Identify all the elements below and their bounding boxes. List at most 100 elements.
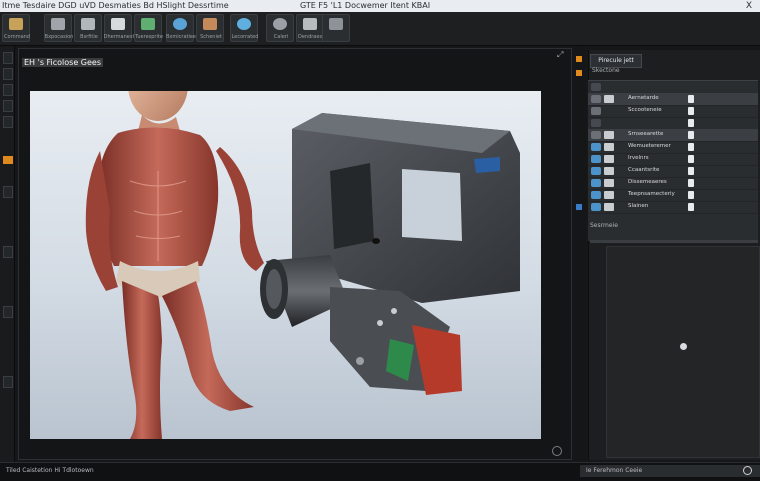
tool-move-icon[interactable] [3, 68, 13, 80]
visibility-icon[interactable] [688, 119, 694, 127]
left-tool-strip [0, 46, 15, 466]
panel-divider[interactable] [590, 240, 758, 243]
cursor-indicator-icon [680, 343, 687, 350]
outliner-label: Aernetarde [628, 95, 659, 101]
item-thumbnail [604, 131, 614, 139]
preview-panel[interactable] [606, 246, 760, 458]
visibility-icon[interactable] [688, 167, 694, 175]
outliner-label: Slainen [628, 203, 649, 209]
outliner-label: Dissemeaeres [628, 179, 667, 185]
item-icon [591, 179, 601, 187]
item-icon [591, 155, 601, 163]
globe-icon [173, 18, 187, 30]
tool-extra-icon[interactable] [3, 376, 13, 388]
outliner-row[interactable]: Slainen [588, 201, 758, 214]
item-thumbnail [604, 203, 614, 211]
item-thumbnail [604, 95, 614, 103]
panel-icon [329, 18, 343, 30]
outliner-label: Ccaantsrite [628, 167, 660, 173]
item-icon [591, 83, 601, 91]
item-icon [591, 95, 601, 103]
frame-icon [81, 18, 95, 30]
status-bar: Tiled Caistetion Hi Tdlotoewn Ie Ferehmo… [0, 462, 760, 481]
status-field-text: Ie Ferehmon Ceeie [586, 467, 643, 474]
toolbar-button-11[interactable] [322, 14, 350, 42]
visibility-icon[interactable] [688, 95, 694, 103]
tool-extra-icon[interactable] [3, 246, 13, 258]
toolbar-button-command[interactable]: Cornmand [2, 14, 30, 42]
3d-viewport[interactable] [30, 91, 541, 439]
eye-icon[interactable] [743, 466, 752, 475]
toolbar-button-6[interactable]: Bxmicratiee [165, 14, 197, 42]
outliner-footer: Sesrmeie [590, 222, 618, 229]
toolbar-button-10[interactable]: Dendraest [296, 14, 324, 42]
item-icon [591, 203, 601, 211]
toolbar-button-label: Bxpocasion [44, 34, 74, 40]
outliner-label: Sccooteneie [628, 107, 662, 113]
toolbar-button-8[interactable]: Lecorrated [230, 14, 258, 42]
sphere-icon [237, 18, 251, 30]
toolbar-button-label: Scheniet [200, 34, 222, 40]
visibility-icon[interactable] [688, 155, 694, 163]
status-text: Tiled Caistetion Hi Tdlotoewn [6, 467, 94, 474]
item-icon [591, 143, 601, 151]
toolbar-button-label: Dhermanest [103, 34, 135, 40]
panel-tab-active[interactable]: Pirecule jett [590, 54, 642, 68]
tool-extra-icon[interactable] [3, 306, 13, 318]
toolbar-button-5[interactable]: Tueresprite [134, 14, 163, 42]
main-toolbar: Cornmand Bxpocasion Bsrfitie Dhermanest … [0, 12, 760, 46]
toolbar-button-label: Bxmicratiee [165, 34, 197, 40]
toolbar-button-2[interactable]: Bxpocasion [44, 14, 74, 42]
toolbar-button-9[interactable]: Caleri [266, 14, 294, 42]
viewport-header: EH 's Ficolose Gees [22, 58, 104, 67]
toolbar-button-label: Tueresprite [135, 34, 163, 40]
tool-brush-icon[interactable] [3, 116, 13, 128]
visibility-icon[interactable] [688, 143, 694, 151]
tool-active-icon[interactable] [3, 156, 13, 164]
item-icon [591, 119, 601, 127]
item-thumbnail [604, 191, 614, 199]
outliner-label: Teepnsamecteriy [628, 191, 675, 197]
viewport-title: EH 's Ficolose Gees [22, 58, 104, 67]
tool-scale-icon[interactable] [3, 100, 13, 112]
texture-icon [203, 18, 217, 30]
panel-subtab[interactable]: Skectone [592, 67, 632, 75]
item-icon [591, 107, 601, 115]
visibility-icon[interactable] [688, 179, 694, 187]
toolbar-button-7[interactable]: Scheniet [196, 14, 224, 42]
blue-marker-icon[interactable] [576, 204, 582, 210]
layout-icon [303, 18, 317, 30]
toolbar-button-label: Caleri [273, 34, 289, 40]
outliner-label: Irvelnrs [628, 155, 649, 161]
item-thumbnail [604, 155, 614, 163]
visibility-icon[interactable] [688, 191, 694, 199]
tool-select-icon[interactable] [3, 52, 13, 64]
panel-side-strip [572, 46, 586, 460]
toolbar-button-4[interactable]: Dhermanest [103, 14, 135, 42]
orange-marker-icon[interactable] [576, 70, 582, 76]
item-icon [591, 191, 601, 199]
window-title: Itme Tesdaire DGD uVD Desmaties Bd HSlig… [2, 1, 229, 10]
outliner-label: Srnseearette [628, 131, 664, 137]
item-thumbnail [604, 143, 614, 151]
visibility-icon[interactable] [688, 203, 694, 211]
visibility-icon[interactable] [688, 107, 694, 115]
item-icon [591, 131, 601, 139]
item-icon [591, 167, 601, 175]
toolbar-button-label: Lecorrated [231, 34, 259, 40]
expand-icon[interactable]: ⤢ [557, 50, 563, 60]
close-window-button[interactable]: X [746, 0, 752, 12]
scene-outliner: Aernetarde Sccooteneie Srnseearette Wemu… [588, 80, 758, 241]
orange-marker-icon[interactable] [576, 56, 582, 62]
camera-icon [273, 18, 287, 30]
toolbar-button-3[interactable]: Bsrfitie [74, 14, 102, 42]
scene-render [85, 91, 520, 439]
viewport-options-icon[interactable] [552, 446, 562, 456]
document-icon [111, 18, 125, 30]
toolbar-button-label: Bsrfitie [80, 34, 98, 40]
tool-rotate-icon[interactable] [3, 84, 13, 96]
item-thumbnail [604, 167, 614, 175]
image-icon [51, 18, 65, 30]
tool-extra-icon[interactable] [3, 186, 13, 198]
visibility-icon[interactable] [688, 131, 694, 139]
